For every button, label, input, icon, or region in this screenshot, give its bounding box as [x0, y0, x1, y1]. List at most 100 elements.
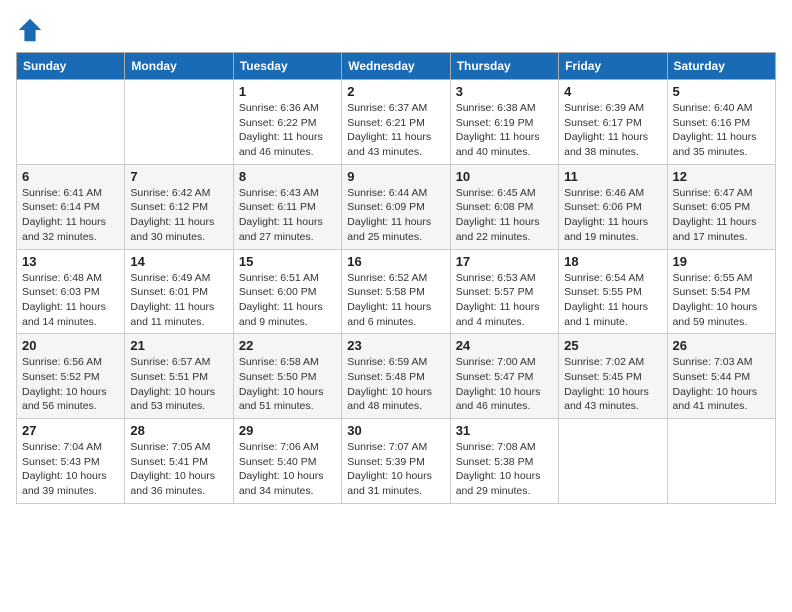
- calendar-cell: 6 Sunrise: 6:41 AM Sunset: 6:14 PM Daylig…: [17, 164, 125, 249]
- page-header: [16, 16, 776, 44]
- day-info: Sunrise: 6:40 AM Sunset: 6:16 PM Dayligh…: [673, 101, 770, 160]
- day-info: Sunrise: 6:59 AM Sunset: 5:48 PM Dayligh…: [347, 355, 444, 414]
- weekday-header-row: SundayMondayTuesdayWednesdayThursdayFrid…: [17, 53, 776, 80]
- day-info: Sunrise: 7:07 AM Sunset: 5:39 PM Dayligh…: [347, 440, 444, 499]
- calendar-cell: 26 Sunrise: 7:03 AM Sunset: 5:44 PM Dayli…: [667, 334, 775, 419]
- calendar-cell: 11Sunrise: 6:46 AM Sunset: 6:06 PM Dayli…: [559, 164, 667, 249]
- day-info: Sunrise: 6:38 AM Sunset: 6:19 PM Dayligh…: [456, 101, 553, 160]
- calendar-cell: [17, 80, 125, 165]
- day-info: Sunrise: 7:03 AM Sunset: 5:44 PM Dayligh…: [673, 355, 770, 414]
- day-number: 1: [239, 84, 336, 99]
- calendar-cell: 13Sunrise: 6:48 AM Sunset: 6:03 PM Dayli…: [17, 249, 125, 334]
- day-number: 14: [130, 254, 227, 269]
- day-info: Sunrise: 6:39 AM Sunset: 6:17 PM Dayligh…: [564, 101, 661, 160]
- weekday-header-cell: Thursday: [450, 53, 558, 80]
- day-number: 30: [347, 423, 444, 438]
- weekday-header-cell: Sunday: [17, 53, 125, 80]
- logo-icon: [16, 16, 44, 44]
- day-number: 19: [673, 254, 770, 269]
- day-info: Sunrise: 6:55 AM Sunset: 5:54 PM Dayligh…: [673, 271, 770, 330]
- day-number: 5: [673, 84, 770, 99]
- day-info: Sunrise: 6:43 AM Sunset: 6:11 PM Dayligh…: [239, 186, 336, 245]
- calendar-cell: 28 Sunrise: 7:05 AM Sunset: 5:41 PM Dayli…: [125, 419, 233, 504]
- day-info: Sunrise: 7:05 AM Sunset: 5:41 PM Dayligh…: [130, 440, 227, 499]
- day-number: 11: [564, 169, 661, 184]
- day-number: 15: [239, 254, 336, 269]
- day-number: 9: [347, 169, 444, 184]
- calendar-week-row: 20 Sunrise: 6:56 AM Sunset: 5:52 PM Dayli…: [17, 334, 776, 419]
- calendar-cell: 19 Sunrise: 6:55 AM Sunset: 5:54 PM Dayli…: [667, 249, 775, 334]
- day-number: 29: [239, 423, 336, 438]
- calendar-table: SundayMondayTuesdayWednesdayThursdayFrid…: [16, 52, 776, 504]
- logo: [16, 16, 48, 44]
- calendar-cell: 10Sunrise: 6:45 AM Sunset: 6:08 PM Dayli…: [450, 164, 558, 249]
- day-number: 6: [22, 169, 119, 184]
- day-number: 10: [456, 169, 553, 184]
- day-number: 23: [347, 338, 444, 353]
- day-info: Sunrise: 7:08 AM Sunset: 5:38 PM Dayligh…: [456, 440, 553, 499]
- weekday-header-cell: Monday: [125, 53, 233, 80]
- day-info: Sunrise: 6:37 AM Sunset: 6:21 PM Dayligh…: [347, 101, 444, 160]
- day-info: Sunrise: 6:56 AM Sunset: 5:52 PM Dayligh…: [22, 355, 119, 414]
- calendar-cell: 20 Sunrise: 6:56 AM Sunset: 5:52 PM Dayli…: [17, 334, 125, 419]
- day-info: Sunrise: 7:00 AM Sunset: 5:47 PM Dayligh…: [456, 355, 553, 414]
- calendar-cell: [667, 419, 775, 504]
- calendar-cell: 8 Sunrise: 6:43 AM Sunset: 6:11 PM Daylig…: [233, 164, 341, 249]
- calendar-week-row: 6 Sunrise: 6:41 AM Sunset: 6:14 PM Daylig…: [17, 164, 776, 249]
- calendar-cell: 16 Sunrise: 6:52 AM Sunset: 5:58 PM Dayli…: [342, 249, 450, 334]
- day-number: 24: [456, 338, 553, 353]
- calendar-cell: [559, 419, 667, 504]
- day-info: Sunrise: 6:49 AM Sunset: 6:01 PM Dayligh…: [130, 271, 227, 330]
- calendar-cell: 24 Sunrise: 7:00 AM Sunset: 5:47 PM Dayli…: [450, 334, 558, 419]
- day-info: Sunrise: 7:02 AM Sunset: 5:45 PM Dayligh…: [564, 355, 661, 414]
- day-info: Sunrise: 7:06 AM Sunset: 5:40 PM Dayligh…: [239, 440, 336, 499]
- calendar-cell: 29 Sunrise: 7:06 AM Sunset: 5:40 PM Dayli…: [233, 419, 341, 504]
- calendar-week-row: 27 Sunrise: 7:04 AM Sunset: 5:43 PM Dayli…: [17, 419, 776, 504]
- day-number: 31: [456, 423, 553, 438]
- day-info: Sunrise: 6:53 AM Sunset: 5:57 PM Dayligh…: [456, 271, 553, 330]
- day-number: 16: [347, 254, 444, 269]
- calendar-body: 1 Sunrise: 6:36 AM Sunset: 6:22 PM Daylig…: [17, 80, 776, 504]
- weekday-header-cell: Wednesday: [342, 53, 450, 80]
- day-info: Sunrise: 6:57 AM Sunset: 5:51 PM Dayligh…: [130, 355, 227, 414]
- day-number: 17: [456, 254, 553, 269]
- calendar-cell: 23 Sunrise: 6:59 AM Sunset: 5:48 PM Dayli…: [342, 334, 450, 419]
- calendar-week-row: 13Sunrise: 6:48 AM Sunset: 6:03 PM Dayli…: [17, 249, 776, 334]
- day-number: 22: [239, 338, 336, 353]
- calendar-cell: 22 Sunrise: 6:58 AM Sunset: 5:50 PM Dayli…: [233, 334, 341, 419]
- day-number: 2: [347, 84, 444, 99]
- calendar-cell: 14 Sunrise: 6:49 AM Sunset: 6:01 PM Dayli…: [125, 249, 233, 334]
- day-number: 3: [456, 84, 553, 99]
- calendar-cell: 7 Sunrise: 6:42 AM Sunset: 6:12 PM Daylig…: [125, 164, 233, 249]
- day-info: Sunrise: 6:52 AM Sunset: 5:58 PM Dayligh…: [347, 271, 444, 330]
- day-number: 4: [564, 84, 661, 99]
- day-number: 8: [239, 169, 336, 184]
- calendar-cell: 21 Sunrise: 6:57 AM Sunset: 5:51 PM Dayli…: [125, 334, 233, 419]
- day-number: 27: [22, 423, 119, 438]
- calendar-cell: 2 Sunrise: 6:37 AM Sunset: 6:21 PM Daylig…: [342, 80, 450, 165]
- day-info: Sunrise: 6:41 AM Sunset: 6:14 PM Dayligh…: [22, 186, 119, 245]
- calendar-cell: 4 Sunrise: 6:39 AM Sunset: 6:17 PM Daylig…: [559, 80, 667, 165]
- day-info: Sunrise: 6:58 AM Sunset: 5:50 PM Dayligh…: [239, 355, 336, 414]
- day-info: Sunrise: 6:51 AM Sunset: 6:00 PM Dayligh…: [239, 271, 336, 330]
- calendar-cell: [125, 80, 233, 165]
- calendar-cell: 17 Sunrise: 6:53 AM Sunset: 5:57 PM Dayli…: [450, 249, 558, 334]
- day-info: Sunrise: 6:42 AM Sunset: 6:12 PM Dayligh…: [130, 186, 227, 245]
- calendar-cell: 18 Sunrise: 6:54 AM Sunset: 5:55 PM Dayli…: [559, 249, 667, 334]
- day-info: Sunrise: 7:04 AM Sunset: 5:43 PM Dayligh…: [22, 440, 119, 499]
- calendar-cell: 30 Sunrise: 7:07 AM Sunset: 5:39 PM Dayli…: [342, 419, 450, 504]
- weekday-header-cell: Friday: [559, 53, 667, 80]
- day-number: 21: [130, 338, 227, 353]
- calendar-cell: 5 Sunrise: 6:40 AM Sunset: 6:16 PM Daylig…: [667, 80, 775, 165]
- day-info: Sunrise: 6:36 AM Sunset: 6:22 PM Dayligh…: [239, 101, 336, 160]
- day-info: Sunrise: 6:44 AM Sunset: 6:09 PM Dayligh…: [347, 186, 444, 245]
- day-info: Sunrise: 6:54 AM Sunset: 5:55 PM Dayligh…: [564, 271, 661, 330]
- calendar-cell: 9 Sunrise: 6:44 AM Sunset: 6:09 PM Daylig…: [342, 164, 450, 249]
- day-number: 28: [130, 423, 227, 438]
- day-number: 18: [564, 254, 661, 269]
- day-info: Sunrise: 6:47 AM Sunset: 6:05 PM Dayligh…: [673, 186, 770, 245]
- day-number: 26: [673, 338, 770, 353]
- day-number: 7: [130, 169, 227, 184]
- weekday-header-cell: Saturday: [667, 53, 775, 80]
- day-number: 20: [22, 338, 119, 353]
